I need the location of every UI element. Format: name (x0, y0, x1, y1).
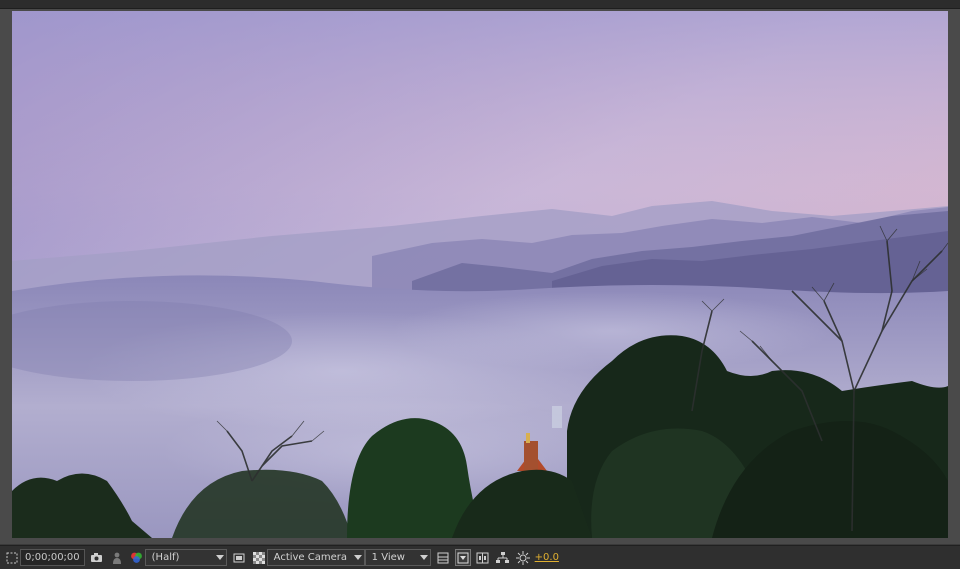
3d-renderer-icon[interactable] (435, 549, 451, 566)
preview-glyph (457, 552, 469, 563)
camera-glyph (91, 553, 103, 562)
chevron-down-icon (353, 555, 362, 560)
aperture-glyph (515, 550, 530, 565)
exposure-value[interactable]: +0.0 (535, 552, 559, 563)
mask-visibility-icon[interactable] (231, 549, 247, 566)
show-snapshot-icon[interactable] (109, 549, 125, 566)
camera-view-dropdown[interactable]: Active Camera (266, 549, 365, 566)
checker-glyph (252, 551, 265, 564)
camera-view-value: Active Camera (273, 552, 348, 563)
color-channels-icon[interactable] (129, 549, 145, 566)
timeline-icon[interactable] (475, 549, 491, 566)
snapshot-camera-icon[interactable] (89, 549, 105, 566)
chevron-down-icon (215, 555, 224, 560)
flowchart-icon[interactable] (495, 549, 511, 566)
region-of-interest-glyph (6, 552, 18, 563)
rgb-glyph (131, 552, 143, 563)
view-layout-dropdown[interactable]: 1 View (364, 549, 431, 566)
fast-preview-icon[interactable] (454, 549, 471, 566)
composition-frame[interactable] (12, 11, 948, 538)
landscape-image (12, 11, 948, 538)
region-of-interest-icon[interactable] (4, 549, 20, 566)
chevron-down-icon (419, 555, 428, 560)
view-layout-value: 1 View (371, 552, 405, 563)
resolution-dropdown[interactable]: (Half) (144, 549, 227, 566)
current-time-field[interactable]: 0;00;00;00 (20, 549, 85, 566)
composition-viewer[interactable] (0, 9, 960, 544)
flowchart-glyph (496, 551, 510, 563)
timeline-glyph (476, 552, 489, 563)
mask-glyph (233, 553, 245, 562)
panel-header-strip (0, 0, 960, 9)
reset-exposure-icon[interactable] (515, 549, 531, 566)
person-glyph (112, 552, 121, 564)
grid-glyph (437, 552, 449, 563)
transparency-grid-icon[interactable] (251, 549, 267, 566)
resolution-value: (Half) (151, 552, 180, 563)
viewer-footer-toolbar: 0;00;00;00 (Half) Active Camera 1 View +… (0, 545, 960, 569)
